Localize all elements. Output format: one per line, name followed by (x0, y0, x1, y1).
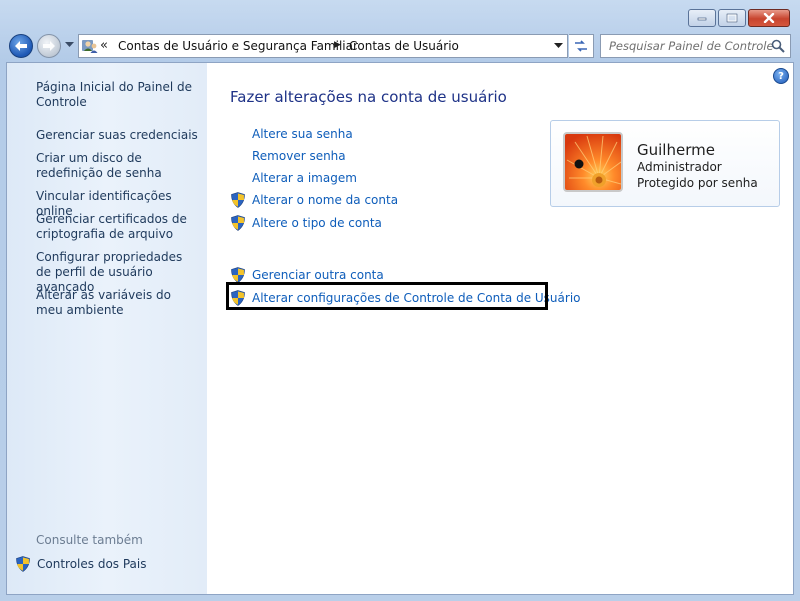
back-button[interactable] (9, 34, 33, 58)
forward-button[interactable] (37, 34, 61, 58)
task-label: Gerenciar outra conta (252, 268, 384, 282)
sidebar-link-file-encryption-certificates[interactable]: Gerenciar certificados de criptografia d… (36, 212, 201, 242)
task-label: Alterar a imagem (252, 171, 357, 185)
close-button[interactable] (748, 9, 790, 27)
task-change-account-name[interactable]: Alterar o nome da conta (230, 192, 398, 208)
task-label: Remover senha (252, 149, 346, 163)
sidebar-link-manage-credentials[interactable]: Gerenciar suas credenciais (36, 128, 201, 143)
search-box (600, 34, 791, 58)
uac-shield-icon (231, 192, 245, 208)
breadcrumb-overflow-icon[interactable]: « (100, 38, 108, 53)
sidebar-link-control-panel-home[interactable]: Página Inicial do Painel de Controle (36, 80, 201, 110)
avatar[interactable] (563, 132, 623, 192)
see-also-heading: Consulte também (36, 533, 143, 547)
arrow-left-icon (15, 41, 27, 51)
task-label: Altere o tipo de conta (252, 216, 382, 230)
highlight-box (226, 282, 548, 310)
breadcrumb-family-safety[interactable]: Contas de Usuário e Segurança Familiar (118, 39, 358, 53)
task-change-password[interactable]: Altere sua senha (252, 127, 353, 141)
sidebar-link-environment-variables[interactable]: Alterar as variáveis do meu ambiente (36, 288, 201, 318)
breadcrumb-user-accounts[interactable]: Contas de Usuário (349, 39, 459, 53)
search-input[interactable] (601, 35, 775, 57)
refresh-icon (575, 40, 587, 52)
close-icon (763, 13, 775, 23)
uac-shield-icon (231, 215, 245, 231)
tasks-sidebar: Página Inicial do Painel de Controle Ger… (7, 63, 207, 594)
recent-pages-dropdown-icon[interactable] (65, 42, 74, 48)
parental-controls-label: Controles dos Pais (37, 557, 147, 571)
help-icon[interactable]: ? (773, 68, 789, 84)
breadcrumb-separator-icon[interactable]: ▶ (334, 40, 341, 50)
task-remove-password[interactable]: Remover senha (252, 149, 346, 163)
address-dropdown-icon[interactable] (554, 43, 563, 49)
user-name: Guilherme (637, 141, 715, 159)
maximize-icon (726, 13, 738, 23)
uac-shield-icon (16, 556, 30, 572)
sidebar-link-parental-controls[interactable]: Controles dos Pais (15, 556, 147, 572)
navigation-bar: « Contas de Usuário e Segurança Familiar… (0, 31, 800, 61)
user-accounts-icon (82, 40, 98, 53)
address-bar[interactable]: « Contas de Usuário e Segurança Familiar… (78, 34, 568, 58)
user-role: Administrador (637, 160, 722, 174)
refresh-button[interactable] (569, 34, 594, 58)
maximize-button[interactable] (718, 9, 746, 27)
task-label: Alterar o nome da conta (252, 193, 399, 207)
window-frame: « Contas de Usuário e Segurança Familiar… (0, 0, 800, 601)
task-change-account-type[interactable]: Altere o tipo de conta (230, 215, 382, 231)
arrow-right-icon (43, 41, 55, 51)
sidebar-link-password-reset-disk[interactable]: Criar um disco de redefinição de senha (36, 151, 201, 181)
task-manage-another-account[interactable]: Gerenciar outra conta (230, 267, 384, 283)
minimize-icon (697, 17, 707, 21)
task-change-picture[interactable]: Alterar a imagem (252, 171, 357, 185)
window-controls (688, 9, 790, 27)
flower-picture-icon (565, 134, 621, 190)
user-password-status: Protegido por senha (637, 176, 758, 190)
title-bar[interactable] (0, 0, 800, 31)
page-title: Fazer alterações na conta de usuário (230, 88, 507, 106)
task-label: Altere sua senha (252, 127, 353, 141)
search-icon[interactable] (771, 39, 785, 53)
user-account-card: Guilherme Administrador Protegido por se… (550, 120, 780, 207)
uac-shield-icon (231, 267, 245, 283)
content-area: Página Inicial do Painel de Controle Ger… (6, 62, 794, 595)
minimize-button[interactable] (688, 9, 716, 27)
